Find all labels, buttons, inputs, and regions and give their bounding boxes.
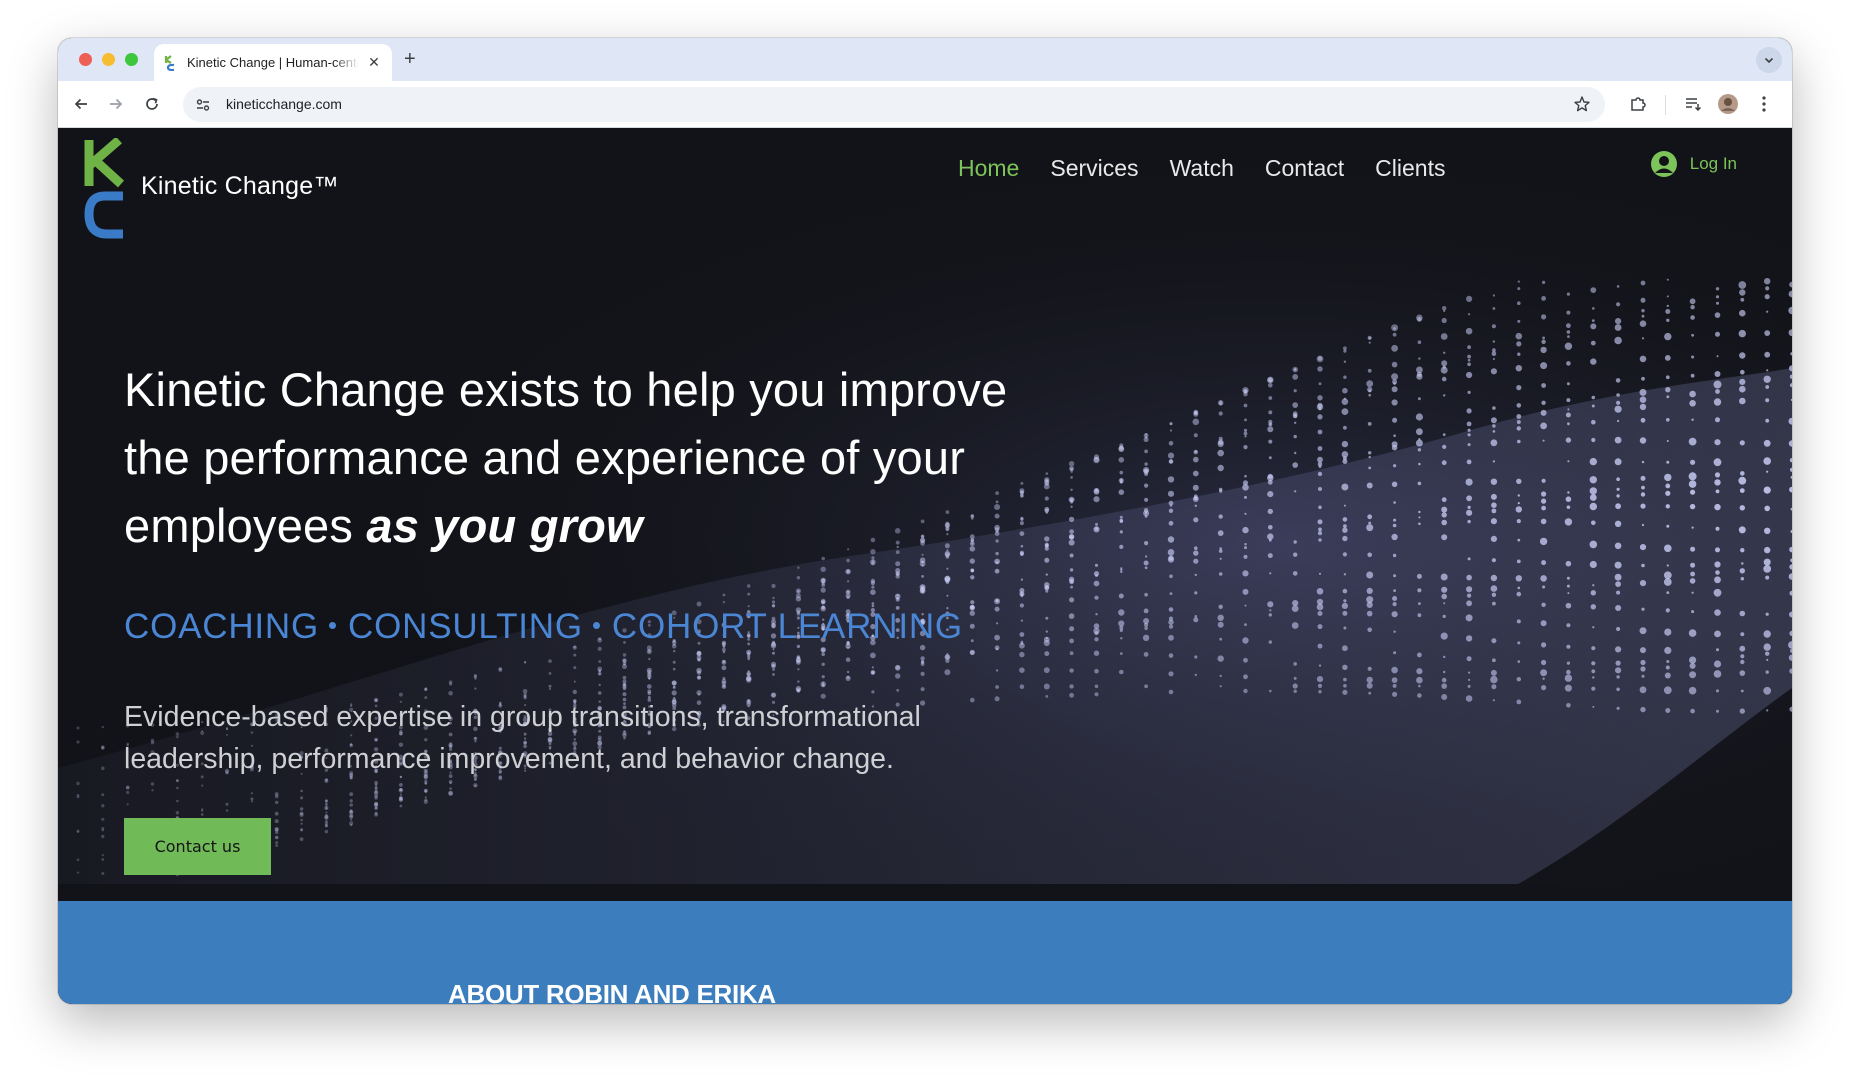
back-arrow-icon[interactable]	[70, 93, 92, 115]
bookmark-star-icon[interactable]	[1573, 95, 1593, 115]
nav-item-watch[interactable]: Watch	[1170, 155, 1234, 182]
brand-name[interactable]: Kinetic Change™	[141, 172, 339, 201]
tab-strip: Kinetic Change | Human-centered ✕ +	[58, 38, 1792, 81]
login-button[interactable]: Log In	[1650, 150, 1737, 178]
bullet-separator	[329, 622, 337, 630]
maximize-window-button[interactable]	[125, 53, 138, 66]
nav-item-home[interactable]: Home	[958, 155, 1019, 182]
service-consulting: CONSULTING	[348, 607, 583, 646]
close-window-button[interactable]	[79, 53, 92, 66]
browser-tab[interactable]: Kinetic Change | Human-centered ✕	[154, 44, 392, 81]
bullet-separator	[592, 622, 600, 630]
extensions-puzzle-icon[interactable]	[1627, 93, 1649, 115]
minimize-window-button[interactable]	[102, 53, 115, 66]
url-text[interactable]: kineticchange.com	[226, 96, 342, 112]
nav-item-clients[interactable]: Clients	[1375, 155, 1445, 182]
nav-item-services[interactable]: Services	[1050, 155, 1138, 182]
about-section: ABOUT ROBIN AND ERIKA	[58, 901, 1792, 1004]
browser-window: Kinetic Change | Human-centered ✕ + kine…	[58, 38, 1792, 1004]
window-controls	[79, 53, 138, 66]
service-cohort-learning: COHORT LEARNING	[611, 607, 963, 646]
user-avatar-icon	[1650, 151, 1677, 177]
service-coaching: COACHING	[124, 607, 320, 646]
reading-list-icon[interactable]	[1682, 93, 1704, 115]
nav-item-contact[interactable]: Contact	[1265, 155, 1344, 182]
about-title: ABOUT ROBIN AND ERIKA	[448, 979, 776, 1004]
close-tab-icon[interactable]: ✕	[366, 54, 382, 71]
forward-arrow-icon[interactable]	[105, 93, 127, 115]
profile-avatar[interactable]	[1717, 93, 1739, 115]
kc-logo[interactable]	[83, 136, 129, 240]
browser-menu-icon[interactable]	[1753, 93, 1775, 115]
favicon-icon	[164, 54, 178, 71]
site-settings-icon[interactable]	[193, 95, 213, 115]
web-page: Kinetic Change™ Home Services Watch Cont…	[58, 128, 1792, 1004]
hero-headline: Kinetic Change exists to help you improv…	[124, 356, 1084, 560]
tab-search-chevron-icon[interactable]	[1756, 47, 1782, 73]
new-tab-icon[interactable]: +	[404, 48, 416, 71]
reload-icon[interactable]	[141, 93, 163, 115]
contact-us-button[interactable]: Contact us	[124, 818, 271, 875]
login-label: Log In	[1689, 154, 1737, 173]
headline-emphasis: as you grow	[366, 499, 643, 552]
toolbar-divider	[1665, 95, 1666, 115]
hero-subtext: Evidence-based expertise in group transi…	[124, 701, 921, 775]
browser-toolbar: kineticchange.com	[58, 81, 1792, 128]
tab-title: Kinetic Change | Human-centered	[187, 55, 359, 70]
address-bar[interactable]: kineticchange.com	[183, 87, 1605, 122]
services-tagline: COACHING CONSULTING COHORT LEARNING	[124, 607, 963, 647]
main-nav: Home Services Watch Contact Clients	[958, 155, 1445, 182]
